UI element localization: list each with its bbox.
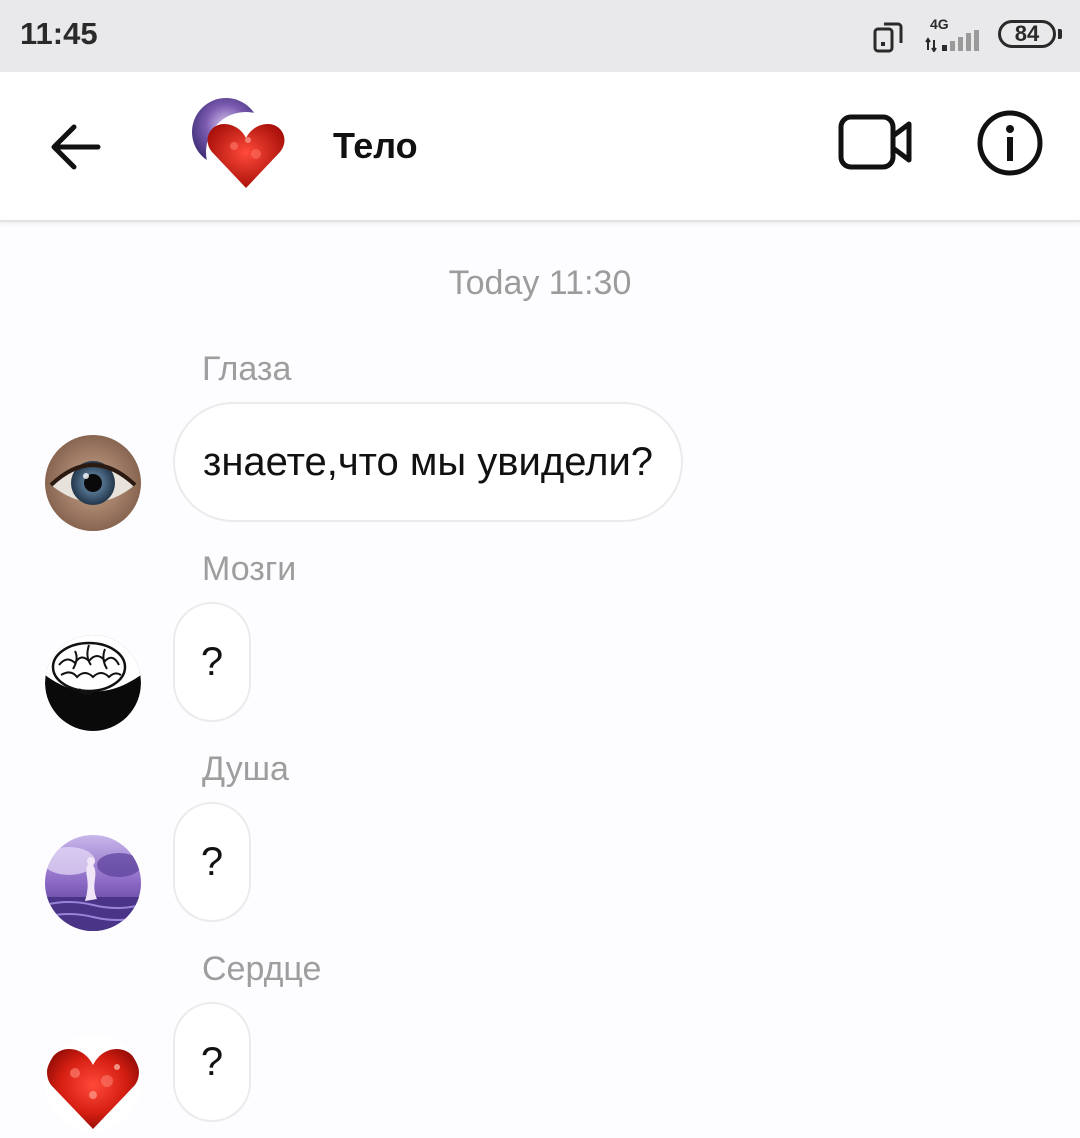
chat-title: Тело: [333, 125, 418, 166]
brain-avatar[interactable]: [45, 635, 141, 731]
back-arrow-icon[interactable]: [46, 119, 106, 175]
message-bubble[interactable]: ?: [173, 1002, 251, 1122]
status-bar: 11:45 4G 84: [0, 0, 1080, 72]
sender-name: Глаза: [202, 350, 292, 388]
chat-header: Тело: [0, 72, 1080, 222]
conversation-timestamp: Today 11:30: [448, 264, 632, 302]
sender-name: Душа: [202, 750, 289, 788]
battery-level: 84: [1014, 21, 1040, 46]
heart-avatar[interactable]: [45, 1035, 141, 1131]
message-text: ?: [200, 1039, 224, 1084]
signal-4g-icon: 4G: [924, 16, 986, 52]
video-call-icon[interactable]: [838, 112, 914, 172]
message-text: знаете,что мы увидели?: [203, 439, 654, 484]
screen-rotate-icon: [873, 22, 903, 53]
eye-avatar[interactable]: [45, 435, 141, 531]
group-avatar[interactable]: [190, 96, 290, 196]
message-text: ?: [200, 639, 224, 684]
sender-name: Сердце: [202, 950, 322, 988]
message-bubble[interactable]: ?: [173, 802, 251, 922]
sender-name: Мозги: [202, 550, 297, 588]
message-bubble[interactable]: знаете,что мы увидели?: [173, 402, 684, 522]
battery-icon: 84: [998, 20, 1064, 52]
message-bubble[interactable]: ?: [173, 602, 251, 722]
info-icon[interactable]: [976, 109, 1044, 177]
soul-avatar[interactable]: [45, 835, 141, 931]
status-time: 11:45: [20, 16, 98, 51]
message-text: ?: [200, 839, 224, 884]
